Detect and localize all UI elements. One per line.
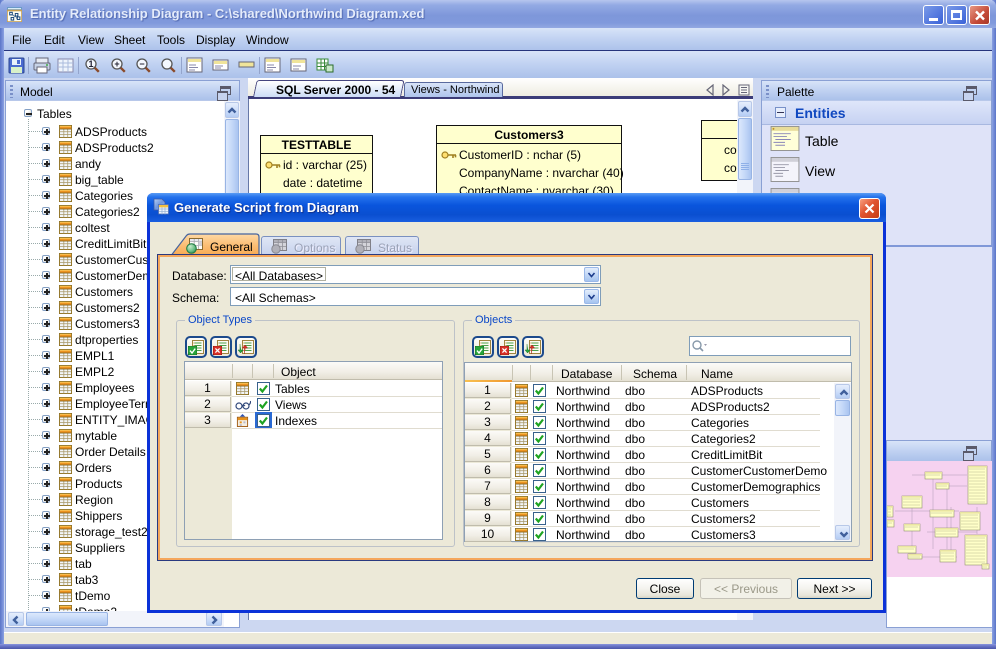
svg-text:+: + (114, 59, 119, 69)
svg-text:−: − (139, 59, 144, 69)
svg-text:1: 1 (88, 59, 93, 69)
